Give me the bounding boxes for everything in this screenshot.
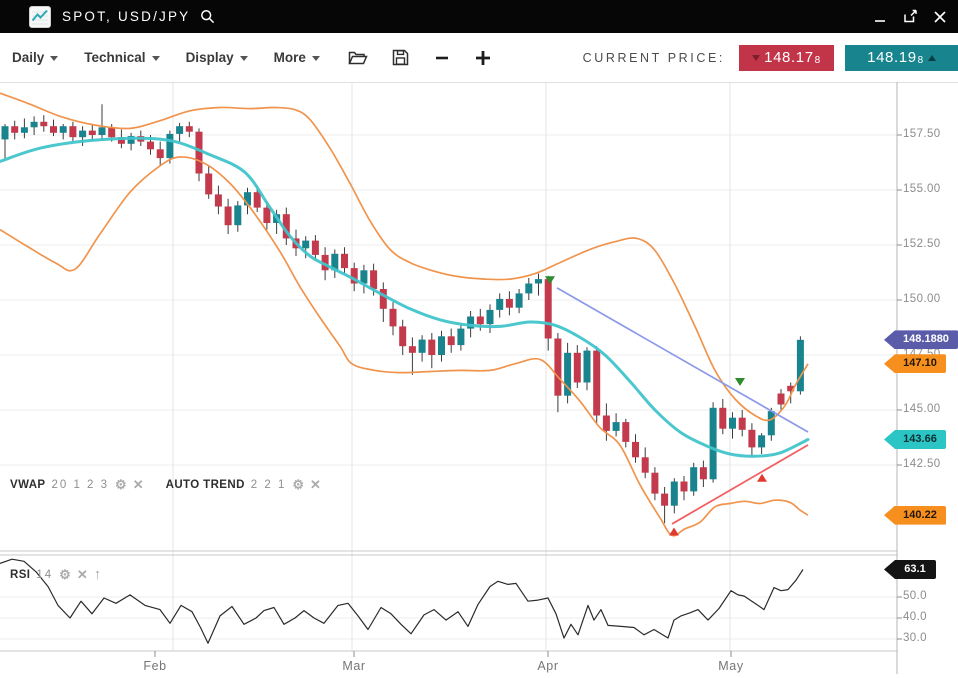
menu-display-label: Display — [186, 50, 234, 65]
popout-icon[interactable] — [902, 9, 918, 25]
ask-price-value: 148.19 — [867, 49, 916, 66]
price-tag: 63.1 — [884, 560, 936, 579]
menu-technical[interactable]: Technical — [84, 50, 159, 65]
menu-more[interactable]: More — [274, 50, 320, 65]
bid-price-value: 148.17 — [764, 49, 813, 66]
rsi-remove-icon[interactable]: ✕ — [77, 568, 88, 581]
vwap-legend-params: 20 1 2 3 — [51, 479, 109, 491]
price-axis-label: 142.50 — [903, 458, 941, 470]
ask-price-box[interactable]: 148.19 8 — [845, 45, 958, 71]
rsi-legend-label: RSI — [10, 569, 30, 581]
menu-technical-label: Technical — [84, 50, 145, 65]
price-down-arrow-icon — [752, 55, 760, 61]
current-price-label: CURRENT PRICE: — [583, 51, 725, 65]
gridlines-layer — [0, 82, 897, 651]
buy-signal-triangle-icon — [669, 527, 679, 535]
signal-markers-layer — [545, 276, 767, 535]
bid-price-pip: 8 — [815, 55, 821, 66]
toolbar: Daily Technical Display More — [0, 33, 958, 82]
indicator-legend-row: VWAP 20 1 2 3 ⚙ ✕ AUTO TREND 2 2 1 ⚙ ✕ — [10, 478, 321, 491]
price-chart-canvas[interactable] — [0, 82, 958, 678]
current-price-cluster: CURRENT PRICE: 148.17 8 148.19 8 — [583, 33, 958, 82]
chevron-down-icon — [312, 56, 320, 61]
price-tag: 140.22 — [884, 506, 946, 525]
title-bar: SPOT, USD/JPY — [0, 0, 958, 33]
vwap-remove-icon[interactable]: ✕ — [133, 478, 144, 491]
rsi-move-up-icon[interactable]: ↑ — [94, 567, 102, 582]
vwap-settings-gear-icon[interactable]: ⚙ — [115, 478, 127, 491]
rsi-axis-label: 50.0 — [903, 590, 927, 602]
price-tag: 148.1880 — [884, 330, 958, 349]
vwap-line-layer — [0, 138, 808, 456]
price-up-arrow-icon — [928, 55, 936, 61]
price-axis-label: 155.00 — [903, 183, 941, 195]
rsi-axis-label: 30.0 — [903, 632, 927, 644]
ask-price-pip: 8 — [918, 55, 924, 66]
bollinger-bands-layer — [0, 93, 808, 536]
rsi-settings-gear-icon[interactable]: ⚙ — [59, 568, 71, 581]
chevron-down-icon — [240, 56, 248, 61]
app-logo-icon — [29, 6, 51, 28]
zoom-in-icon[interactable] — [473, 48, 493, 68]
price-axis-label: 157.50 — [903, 128, 941, 140]
chevron-down-icon — [152, 56, 160, 61]
rsi-legend-params: 14 — [36, 569, 53, 581]
rsi-legend-row: RSI 14 ⚙ ✕ ↑ — [10, 567, 101, 582]
menu-timeframe[interactable]: Daily — [12, 50, 58, 65]
trading-app-window: SPOT, USD/JPY Daily — [0, 0, 958, 678]
month-label: Feb — [132, 659, 178, 673]
menu-more-label: More — [274, 50, 306, 65]
rsi-line-layer — [0, 559, 803, 643]
minimize-icon[interactable] — [872, 9, 888, 25]
instrument-title: SPOT, USD/JPY — [62, 9, 190, 24]
open-folder-icon[interactable] — [348, 50, 368, 66]
chevron-down-icon — [50, 56, 58, 61]
search-icon[interactable] — [200, 9, 215, 24]
zoom-out-icon[interactable] — [433, 49, 451, 67]
window-controls — [872, 0, 948, 33]
month-label: Mar — [331, 659, 377, 673]
autotrend-remove-icon[interactable]: ✕ — [310, 478, 321, 491]
vwap-legend-label: VWAP — [10, 479, 45, 491]
price-axis-label: 145.00 — [903, 403, 941, 415]
price-axis-label: 152.50 — [903, 238, 941, 250]
autotrend-legend-params: 2 2 1 — [251, 479, 287, 491]
candles-layer — [2, 104, 804, 523]
menu-timeframe-label: Daily — [12, 50, 44, 65]
panel-frame-layer — [0, 82, 958, 674]
bid-price-box[interactable]: 148.17 8 — [739, 45, 834, 71]
menu-display[interactable]: Display — [186, 50, 248, 65]
sell-signal-triangle-icon — [735, 378, 745, 386]
price-tag: 147.10 — [884, 354, 946, 373]
autotrend-legend-label: AUTO TREND — [166, 479, 245, 491]
save-icon[interactable] — [392, 49, 409, 66]
buy-signal-triangle-icon — [757, 474, 767, 482]
month-label: May — [708, 659, 754, 673]
autotrend-settings-gear-icon[interactable]: ⚙ — [292, 478, 304, 491]
month-label: Apr — [525, 659, 571, 673]
rsi-axis-label: 40.0 — [903, 611, 927, 623]
price-axis-label: 150.00 — [903, 293, 941, 305]
price-tag: 143.66 — [884, 430, 946, 449]
close-icon[interactable] — [932, 9, 948, 25]
